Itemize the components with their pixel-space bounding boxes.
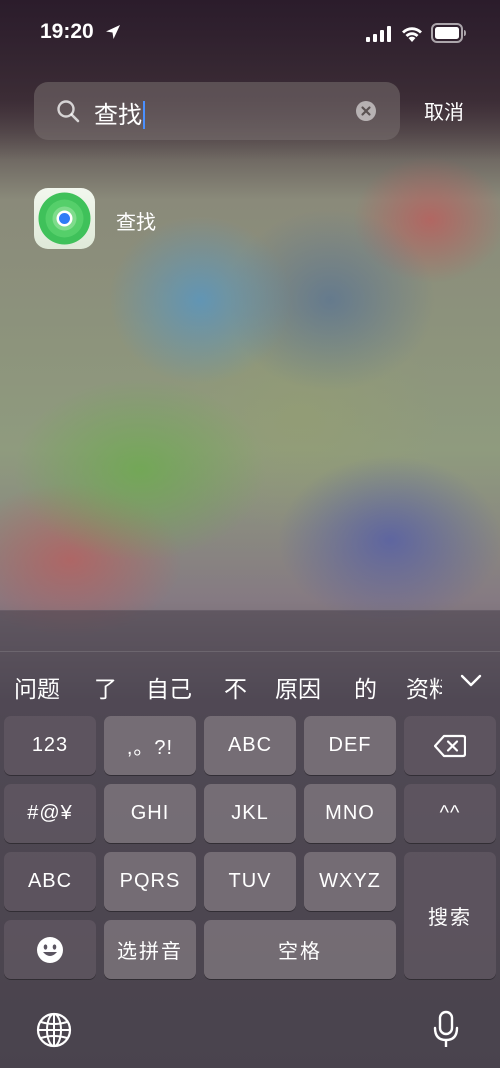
find-my-app-icon[interactable] [34, 188, 95, 249]
candidate-word[interactable]: 自己 [146, 670, 192, 702]
chevron-down-icon[interactable] [460, 674, 482, 688]
key-mno[interactable]: MNO [304, 784, 396, 843]
search-query: 查找 [94, 101, 142, 129]
wifi-icon [402, 27, 422, 42]
key-pqrs[interactable]: PQRS [104, 852, 196, 911]
search-key[interactable]: 搜索 [404, 852, 496, 979]
search-icon [57, 100, 80, 123]
text-cursor [143, 100, 145, 129]
space-key[interactable]: 空格 [204, 920, 396, 979]
candidate-bar: 问题 了 自己 不 原因 的 资料 [0, 651, 500, 702]
backspace-key[interactable] [404, 716, 496, 775]
home-indicator [180, 1054, 320, 1059]
candidate-word[interactable]: 问题 [14, 670, 60, 702]
search-input[interactable]: 查找 [94, 95, 145, 130]
key-tuv[interactable]: TUV [204, 852, 296, 911]
emoji-icon [37, 936, 63, 963]
search-field[interactable]: 查找 [34, 82, 400, 140]
search-result-label: 查找 [116, 210, 156, 234]
key-emoticon[interactable]: ^^ [404, 784, 496, 843]
candidate-word[interactable]: 资料 [406, 670, 442, 702]
search-result-item[interactable]: 查找 [34, 188, 334, 250]
cellular-signal-icon [366, 26, 391, 42]
key-abc[interactable]: ABC [204, 716, 296, 775]
emoji-key[interactable] [4, 920, 96, 979]
key-symbols[interactable]: #@¥ [4, 784, 96, 843]
key-wxyz[interactable]: WXYZ [304, 852, 396, 911]
candidate-word[interactable]: 原因 [275, 670, 321, 702]
clear-search-icon[interactable] [355, 100, 377, 122]
battery-icon [431, 23, 466, 43]
key-jkl[interactable]: JKL [204, 784, 296, 843]
candidate-word[interactable]: 了 [94, 670, 117, 702]
key-ghi[interactable]: GHI [104, 784, 196, 843]
key-abc-switch[interactable]: ABC [4, 852, 96, 911]
microphone-icon[interactable] [433, 1010, 459, 1050]
candidate-word[interactable]: 不 [224, 670, 247, 702]
location-arrow-icon [106, 25, 120, 39]
status-bar: 19:20 [0, 0, 500, 66]
cancel-button[interactable]: 取消 [414, 97, 474, 127]
candidate-word[interactable]: 的 [354, 670, 377, 702]
key-def[interactable]: DEF [304, 716, 396, 775]
backspace-icon [434, 734, 466, 757]
status-time: 19:20 [40, 20, 94, 43]
pinyin-select-key[interactable]: 选拼音 [104, 920, 196, 979]
globe-icon[interactable] [36, 1012, 72, 1048]
key-123[interactable]: 123 [4, 716, 96, 775]
key-punctuation[interactable]: ,。?! [104, 716, 196, 775]
